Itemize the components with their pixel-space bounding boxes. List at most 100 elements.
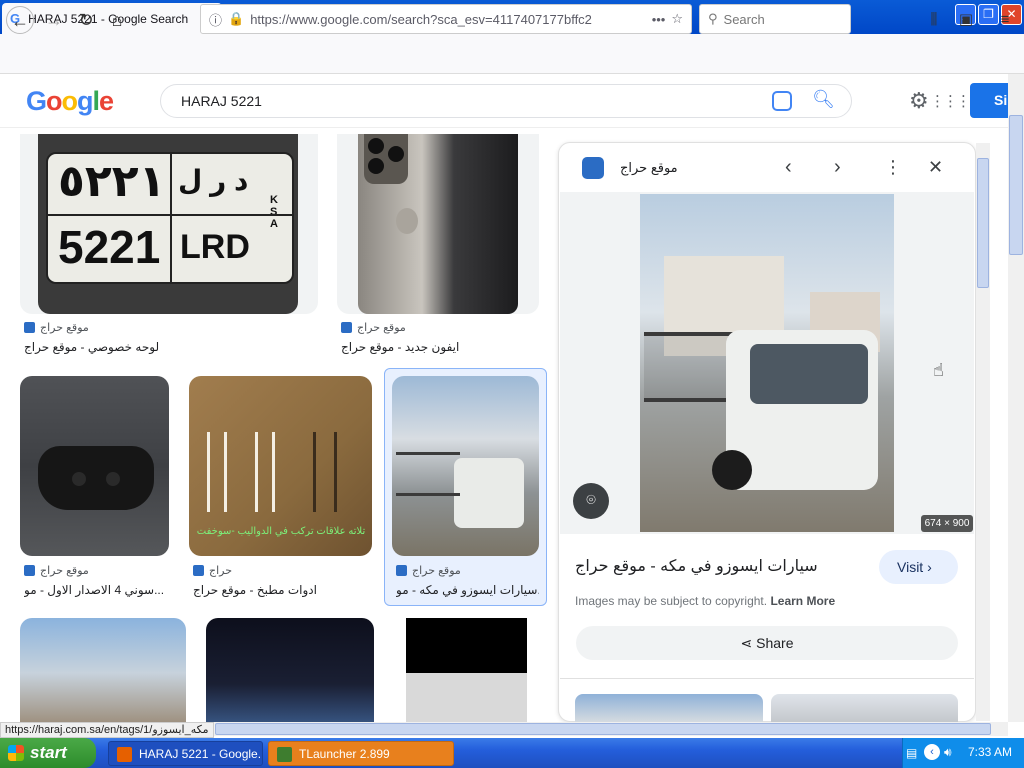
panel-site-name[interactable]: موقع حراج <box>620 160 678 176</box>
result-caption[interactable]: ايفون جديد - موقع حراج <box>341 340 531 354</box>
panel-divider <box>560 678 974 679</box>
browser-search-box[interactable]: ⚲ Search <box>699 4 851 34</box>
share-button[interactable]: ⋖ Share <box>576 626 958 660</box>
start-button[interactable]: start <box>0 738 96 768</box>
result-source[interactable]: موقع حراج <box>341 321 406 334</box>
query-input[interactable]: HARAJ 5221 <box>160 84 852 118</box>
address-bar[interactable]: ⓘ 🔒 https://www.google.com/search?sca_es… <box>200 4 692 34</box>
learn-more-link[interactable]: Learn More <box>770 594 835 608</box>
camera-lens <box>388 146 404 162</box>
visit-button[interactable]: Visit › <box>879 550 958 584</box>
mouse-cursor-icon: ☝ <box>933 360 944 380</box>
google-lens-icon[interactable] <box>772 91 792 111</box>
gamepad-shape <box>38 446 154 510</box>
search-icon: ⚲ <box>708 11 718 26</box>
page-actions-icon[interactable]: ••• <box>652 12 666 27</box>
result-image-dark[interactable] <box>406 618 527 728</box>
collapse-tray-icon[interactable]: ‹ <box>924 744 940 760</box>
preview-image-truck[interactable] <box>640 194 894 532</box>
camera-lens <box>368 138 384 154</box>
result-image-night[interactable] <box>206 618 374 728</box>
status-bar-url: https://haraj.com.sa/en/tags/1/مكه_ايسوز… <box>0 722 214 738</box>
result-image-iphone[interactable] <box>358 134 518 314</box>
result-caption[interactable]: لوحه خصوصي - موقع حراج <box>24 340 314 354</box>
haraj-favicon-icon <box>582 157 604 179</box>
search-placeholder: Search <box>723 11 765 27</box>
panel-title[interactable]: سيارات ايسوزو في مكه - موقع حراج <box>575 556 818 576</box>
plate-number: 5221 <box>58 221 161 273</box>
related-image[interactable] <box>771 694 958 722</box>
haraj-favicon-icon <box>341 322 352 333</box>
thumbstick <box>72 472 86 486</box>
more-options-icon[interactable]: ⋮ <box>884 157 902 178</box>
firefox-icon <box>117 747 132 762</box>
camera-lens <box>368 158 384 174</box>
result-image-truck[interactable] <box>392 376 539 556</box>
haraj-favicon-icon <box>24 565 35 576</box>
windows-flag-icon <box>8 745 24 761</box>
forward-button[interactable]: → <box>40 6 68 34</box>
copyright-notice: Images may be subject to copyright. Lear… <box>575 594 836 608</box>
library-icon[interactable]: ⫼ <box>924 10 944 30</box>
plate-country: KSA <box>270 194 278 230</box>
keyboard-icon[interactable]: ▤ <box>906 746 917 760</box>
previous-icon[interactable]: ‹ <box>785 156 792 179</box>
result-source[interactable]: موقع حراج <box>24 321 89 334</box>
rack-shape <box>207 432 227 512</box>
result-caption[interactable]: سيارات ايسوزو في مكه - مو... <box>396 583 539 597</box>
plate-letters: LRD <box>180 228 250 266</box>
taskbar-item-firefox[interactable]: HARAJ 5221 - Google... <box>108 741 263 766</box>
chevron-right-icon: › <box>927 559 932 575</box>
bookmark-star-icon[interactable]: ☆ <box>671 11 683 27</box>
back-button[interactable]: ← <box>6 6 34 34</box>
result-image-kitchen-tools[interactable]: تلاته علاقات تركب في الدواليب -سوخفت <box>189 376 372 556</box>
close-panel-icon[interactable]: ✕ <box>928 157 943 178</box>
sign-in-button[interactable]: Si <box>970 83 1010 118</box>
info-icon[interactable]: ⓘ <box>209 10 222 29</box>
next-icon[interactable]: › <box>834 156 841 179</box>
menu-icon[interactable]: ≡ <box>995 10 1015 30</box>
result-source[interactable]: حراج <box>193 564 232 577</box>
volume-icon[interactable]: 🔊︎ <box>944 745 952 760</box>
image-dimensions-badge: 674 × 900 <box>921 515 973 532</box>
panel-scroll-thumb[interactable] <box>977 158 989 288</box>
query-text[interactable]: HARAJ 5221 <box>181 93 831 109</box>
plate-arabic-number: ٥٢٢١ <box>58 156 166 207</box>
license-plate: ٥٢٢١ د ر ل 5221 LRD KSA <box>46 152 294 284</box>
result-source[interactable]: موقع حراج <box>396 564 461 577</box>
plate-divider <box>170 154 172 282</box>
sidebar-icon[interactable]: ▣ <box>956 10 976 30</box>
haraj-favicon-icon <box>24 322 35 333</box>
plate-arabic-letters: د ر ل <box>178 165 249 196</box>
url-text[interactable]: https://www.google.com/search?sca_esv=41… <box>250 12 645 27</box>
share-icon: ⋖ <box>740 635 753 651</box>
haraj-favicon-icon <box>193 565 204 576</box>
haraj-favicon-icon <box>396 565 407 576</box>
search-submit-icon[interactable]: 🔍︎ <box>812 89 835 110</box>
result-image-controller[interactable] <box>20 376 169 556</box>
result-image-street[interactable] <box>20 618 186 728</box>
taskbar-clock: 7:33 AM <box>968 745 1013 759</box>
page-scroll-thumb[interactable] <box>1009 115 1023 255</box>
lock-icon: 🔒 <box>228 11 245 26</box>
truck-cab <box>454 458 524 528</box>
rack-shape <box>313 432 337 512</box>
result-caption[interactable]: ادوات مطبخ - موقع حراج <box>193 583 368 597</box>
taskbar-item-tlauncher[interactable]: TLauncher 2.899 <box>268 741 454 766</box>
result-caption[interactable]: سوني 4 الاصدار الاول - مو... <box>24 583 169 597</box>
apps-grid-icon[interactable]: ⋮⋮⋮ <box>930 92 971 110</box>
result-source[interactable]: موقع حراج <box>24 564 89 577</box>
truck-wheel <box>712 450 752 490</box>
related-image[interactable] <box>575 694 763 722</box>
settings-gear-icon[interactable]: ⚙ <box>909 88 929 114</box>
google-logo[interactable]: Google <box>26 86 114 117</box>
apple-logo-icon <box>396 208 418 234</box>
horizontal-scroll-thumb[interactable] <box>215 723 991 735</box>
reload-button[interactable]: ↻ <box>72 6 100 34</box>
tlauncher-icon <box>277 747 292 762</box>
rack-shape <box>255 432 275 512</box>
truck-rails <box>396 452 460 496</box>
thumbstick <box>106 472 120 486</box>
google-lens-button[interactable]: ⌾ <box>573 483 609 519</box>
home-button[interactable]: ⌂ <box>103 6 131 34</box>
